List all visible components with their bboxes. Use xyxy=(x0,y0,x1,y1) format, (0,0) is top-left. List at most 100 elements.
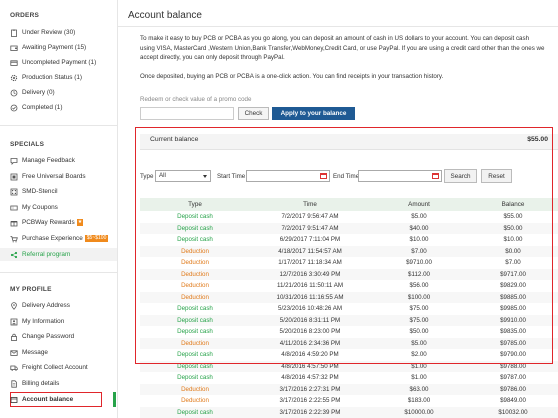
cell-type: Deposit cash xyxy=(177,305,213,313)
cell-type: Deduction xyxy=(181,270,209,278)
cell-type: Deposit cash xyxy=(177,374,213,382)
sidebar-item-label: Manage Feedback xyxy=(22,157,75,164)
sidebar-item-label: PCBWay Rewards xyxy=(22,219,75,226)
cell-amount: $1.00 xyxy=(411,374,427,382)
cell-amount: $112.00 xyxy=(408,270,430,278)
sidebar-item-label: Account balance xyxy=(22,396,74,403)
sidebar-item-smd-stencil[interactable]: SMD-Stencil xyxy=(10,185,58,198)
cell-time: 6/29/2017 7:11:04 PM xyxy=(279,236,341,244)
specials-section-title: SPECIALS xyxy=(10,141,45,148)
calendar-icon[interactable] xyxy=(320,173,327,179)
sidebar-item-free-universal-boards[interactable]: Free Universal Boards xyxy=(10,170,86,183)
cell-time: 4/8/2016 4:57:32 PM xyxy=(281,374,339,382)
sidebar-item-delivery[interactable]: Delivery (0) xyxy=(10,86,55,99)
sidebar-item-manage-feedback[interactable]: Manage Feedback xyxy=(10,154,75,167)
cell-time: 7/2/2017 9:51:47 AM xyxy=(281,224,339,232)
sidebar-item-awaiting-payment[interactable]: Awaiting Payment (15) xyxy=(10,41,86,54)
sidebar-item-message[interactable]: Message xyxy=(10,346,48,359)
cell-amount: $40.00 xyxy=(409,224,429,232)
cell-type: Deposit cash xyxy=(177,224,213,232)
check-button[interactable]: Check xyxy=(238,107,269,120)
balance-icon xyxy=(10,396,18,404)
apply-to-balance-button[interactable]: Apply to your balance xyxy=(272,107,355,120)
cell-balance: $7.00 xyxy=(505,259,521,267)
table-row: Deduction 1/17/2017 11:18:34 AM $9710.00 $7… xyxy=(140,257,558,269)
cell-amount: $63.00 xyxy=(409,385,429,393)
sidebar-item-label: Billing details xyxy=(22,380,60,387)
calendar-icon[interactable] xyxy=(432,173,439,179)
table-header: Type Time Amount Balance xyxy=(140,198,558,211)
reward-badge: $5~$100 xyxy=(84,235,109,242)
sidebar-item-referral-program[interactable]: Referral program xyxy=(10,248,70,261)
lock-icon xyxy=(10,333,18,341)
sidebar-item-my-coupons[interactable]: My Coupons xyxy=(10,201,58,214)
cell-time: 10/31/2016 11:16:55 AM xyxy=(276,293,344,301)
table-row: Deposit cash 5/20/2016 8:23:00 PM $50.00 $9… xyxy=(140,326,558,338)
start-time-label: Start Time xyxy=(217,173,246,180)
reset-button[interactable]: Reset xyxy=(481,169,512,183)
sidebar-item-my-information[interactable]: My Information xyxy=(10,315,64,328)
sidebar-item-label: Completed (1) xyxy=(22,104,63,111)
document-icon xyxy=(10,379,18,388)
cell-balance: $9885.00 xyxy=(500,293,526,301)
cell-balance: $10032.00 xyxy=(498,408,528,416)
promo-code-input[interactable] xyxy=(140,107,234,120)
sidebar-item-account-balance[interactable]: Account balance xyxy=(10,393,73,406)
sidebar-item-under-review[interactable]: Under Review (30) xyxy=(10,26,75,39)
sidebar-item-freight-collect-account[interactable]: Freight Collect Account xyxy=(10,361,88,374)
sidebar-item-label: Under Review (30) xyxy=(22,29,76,36)
current-balance-value: $55.00 xyxy=(527,136,548,143)
sidebar-item-production-status[interactable]: Production Status (1) xyxy=(10,71,82,84)
sidebar-divider xyxy=(0,272,117,273)
cell-amount: $75.00 xyxy=(409,316,429,324)
table-row: Deposit cash 5/20/2016 8:31:11 PM $75.00 $9… xyxy=(140,314,558,326)
cell-time: 5/23/2016 10:48:26 AM xyxy=(278,305,342,313)
sidebar-item-label: SMD-Stencil xyxy=(22,188,58,195)
cell-type: Deduction xyxy=(181,339,209,347)
sidebar-divider xyxy=(0,125,117,126)
gift-icon xyxy=(10,219,18,227)
cell-amount: $100.00 xyxy=(407,293,431,301)
cell-time: 4/18/2017 11:54:57 AM xyxy=(278,247,342,255)
search-button[interactable]: Search xyxy=(444,169,477,183)
sidebar-item-change-password[interactable]: Change Password xyxy=(10,330,74,343)
table-row: Deposit cash 5/23/2016 10:48:26 AM $75.00 $… xyxy=(140,303,558,315)
cell-balance: $9829.00 xyxy=(500,282,526,290)
table-row: Deduction 10/31/2016 11:16:55 AM $100.00 $9… xyxy=(140,291,558,303)
sidebar-item-label: My Coupons xyxy=(22,204,58,211)
cell-balance: $9985.00 xyxy=(500,305,526,313)
current-balance-row: Current balance $55.00 xyxy=(140,134,558,150)
cell-balance: $9790.00 xyxy=(500,351,526,359)
sidebar-item-purchase-experience[interactable]: Purchase Experience $5~$100 xyxy=(10,232,109,245)
cell-time: 4/8/2016 4:59:20 PM xyxy=(281,351,339,359)
main-content: Account balance To make it easy to buy P… xyxy=(118,0,558,418)
cell-time: 7/2/2017 9:56:47 AM xyxy=(281,213,339,221)
cell-balance: $0.00 xyxy=(505,247,521,255)
end-time-label: End Time xyxy=(333,173,360,180)
cell-amount: $56.00 xyxy=(409,282,429,290)
cell-type: Deduction xyxy=(181,282,209,290)
table-row: Deposit cash 6/29/2017 7:11:04 PM $10.00 $1… xyxy=(140,234,558,246)
clipboard-icon xyxy=(10,29,18,37)
sidebar-item-completed[interactable]: Completed (1) xyxy=(10,101,63,114)
cell-balance: $50.00 xyxy=(503,224,523,232)
end-time-input[interactable] xyxy=(358,170,442,182)
table-row: Deposit cash 7/2/2017 9:56:47 AM $5.00 $55.… xyxy=(140,211,558,223)
type-label: Type xyxy=(140,173,154,180)
type-select-value: All xyxy=(159,172,166,179)
cell-type: Deduction xyxy=(181,397,209,405)
sidebar-item-billing-details[interactable]: Billing details xyxy=(10,377,59,390)
start-time-input[interactable] xyxy=(246,170,330,182)
sidebar-item-uncompleted-payment[interactable]: Uncompleted Payment (1) xyxy=(10,56,96,69)
sidebar-item-label: Uncompleted Payment (1) xyxy=(22,59,97,66)
sidebar-item-pcbway-rewards[interactable]: PCBWay Rewards ★ xyxy=(10,216,84,229)
type-select[interactable]: All xyxy=(155,170,211,182)
table-row: Deposit cash 4/8/2016 4:57:32 PM $1.00 $978… xyxy=(140,372,558,384)
cell-time: 3/17/2016 2:22:55 PM xyxy=(279,397,341,405)
board-icon xyxy=(10,173,18,181)
cell-amount: $2.00 xyxy=(411,351,427,359)
sidebar-item-label: Purchase Experience xyxy=(22,235,83,242)
comment-icon xyxy=(10,157,18,165)
cell-type: Deposit cash xyxy=(177,236,213,244)
sidebar-item-delivery-address[interactable]: Delivery Address xyxy=(10,299,70,312)
